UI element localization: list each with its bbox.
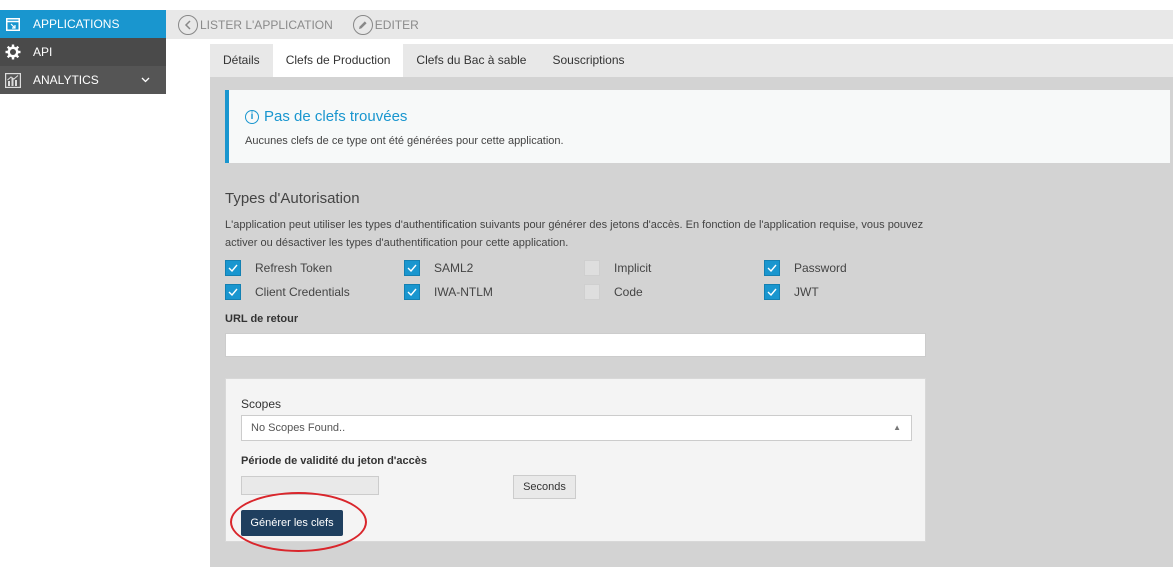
checkbox-checked[interactable] — [404, 284, 420, 300]
grant-saml2[interactable]: SAML2 — [404, 260, 473, 276]
app-root: APPLICATIONS API ANALYTICS LISTER L'APPL… — [0, 0, 1173, 567]
edit-label: EDITER — [374, 17, 419, 32]
grant-label: Code — [614, 285, 643, 299]
callback-url-input[interactable] — [225, 333, 926, 357]
grant-label: IWA-NTLM — [434, 285, 493, 299]
highlight-ellipse — [230, 492, 367, 552]
scopes-placeholder: No Scopes Found.. — [251, 422, 346, 434]
top-toolbar: LISTER L'APPLICATION EDITER — [166, 10, 1173, 39]
tab-bar: Détails Clefs de Production Clefs du Bac… — [210, 44, 1173, 77]
callback-url-label: URL de retour — [225, 313, 299, 325]
grant-label: JWT — [794, 285, 819, 299]
checkbox-checked[interactable] — [764, 260, 780, 276]
info-icon: i — [245, 109, 259, 124]
sidebar-item-label: API — [33, 45, 53, 59]
key-generation-panel: Scopes No Scopes Found.. ▲ Période de va… — [225, 378, 926, 552]
caret-up-icon: ▲ — [893, 423, 901, 432]
seconds-unit-button[interactable]: Seconds — [513, 475, 576, 499]
grant-jwt[interactable]: JWT — [764, 284, 819, 300]
chevron-down-icon[interactable] — [141, 72, 150, 86]
sidebar-item-api[interactable]: API — [0, 38, 166, 66]
chevron-left-icon — [178, 14, 198, 35]
checkbox-checked[interactable] — [225, 284, 241, 300]
checkbox-unchecked[interactable] — [584, 284, 600, 300]
analytics-chart-icon — [0, 66, 26, 94]
sidebar-item-label: ANALYTICS — [33, 73, 99, 87]
grant-code[interactable]: Code — [584, 284, 643, 300]
checkbox-checked[interactable] — [404, 260, 420, 276]
auth-types-description: L'application peut utiliser les types d'… — [225, 219, 924, 249]
list-applications-label: LISTER L'APPLICATION — [200, 17, 333, 32]
main-content: Détails Clefs de Production Clefs du Bac… — [210, 44, 1173, 567]
tab-subscriptions[interactable]: Souscriptions — [539, 44, 637, 77]
api-gear-icon — [0, 38, 26, 66]
grant-client-credentials[interactable]: Client Credentials — [225, 284, 350, 300]
alert-text: Aucunes clefs de ce type ont été générée… — [245, 135, 564, 147]
tab-sandbox-keys[interactable]: Clefs du Bac à sable — [403, 44, 539, 77]
sidebar: APPLICATIONS API ANALYTICS — [0, 10, 166, 94]
checkbox-checked[interactable] — [764, 284, 780, 300]
sidebar-item-analytics[interactable]: ANALYTICS — [0, 66, 166, 94]
no-keys-alert: i Pas de clefs trouvées Aucunes clefs de… — [225, 90, 1170, 163]
grant-iwa-ntlm[interactable]: IWA-NTLM — [404, 284, 493, 300]
sidebar-item-applications[interactable]: APPLICATIONS — [0, 10, 166, 38]
grant-label: Implicit — [614, 261, 652, 275]
grant-label: Refresh Token — [255, 261, 333, 275]
scopes-select[interactable]: No Scopes Found.. ▲ — [241, 415, 912, 441]
checkbox-checked[interactable] — [225, 260, 241, 276]
tab-production-keys[interactable]: Clefs de Production — [272, 44, 404, 77]
validity-period-label: Période de validité du jeton d'accès — [241, 455, 428, 467]
sidebar-item-label: APPLICATIONS — [33, 17, 120, 31]
grant-password[interactable]: Password — [764, 260, 847, 276]
grant-label: Password — [794, 261, 847, 275]
list-applications-button[interactable]: LISTER L'APPLICATION — [178, 14, 333, 35]
grant-label: Client Credentials — [255, 285, 350, 299]
applications-icon — [0, 10, 26, 38]
alert-title: Pas de clefs trouvées — [264, 108, 408, 125]
grant-label: SAML2 — [434, 261, 474, 275]
tab-details[interactable]: Détails — [210, 44, 273, 77]
checkbox-unchecked[interactable] — [584, 260, 600, 276]
grant-refresh-token[interactable]: Refresh Token — [225, 260, 332, 276]
scopes-label: Scopes — [241, 397, 282, 411]
auth-types-title: Types d'Autorisation — [225, 190, 360, 207]
grant-implicit[interactable]: Implicit — [584, 260, 651, 276]
alert-title-row: i Pas de clefs trouvées — [245, 108, 407, 125]
edit-button[interactable]: EDITER — [352, 14, 419, 35]
pencil-icon — [352, 14, 373, 35]
